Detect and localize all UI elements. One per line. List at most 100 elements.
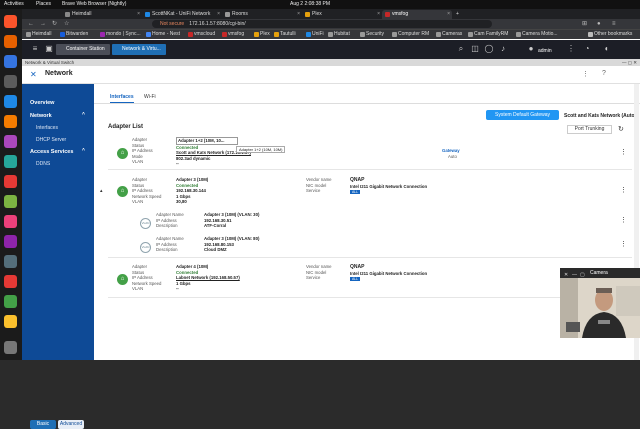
app-icon[interactable] [4,115,17,128]
more-icon[interactable]: ⋮ [566,44,576,54]
bookmark-item[interactable]: vmsfog [222,30,244,39]
show-apps-icon[interactable] [4,341,17,354]
app-icon[interactable] [4,315,17,328]
app-icon[interactable] [4,275,17,288]
more-icon[interactable]: ⋮ [620,216,627,224]
bookmark-item[interactable]: Home - Nest [146,30,180,39]
sidebar-item-access-services[interactable]: Access Services ^ [30,148,85,155]
menu-icon[interactable]: ≡ [612,19,616,29]
more-options-icon[interactable]: ⋮ [582,70,589,78]
content-tabs: Interfaces Wi-Fi [94,84,640,104]
bookmark-item[interactable]: Cam FamilyRM [468,30,508,39]
forward-icon[interactable]: → [40,19,46,29]
new-tab-button[interactable]: + [454,10,464,19]
activities-button[interactable]: Activities [4,0,24,9]
close-icon[interactable]: × [377,10,380,19]
app-icon[interactable] [4,175,17,188]
sidebar-item-overview[interactable]: Overview [30,100,54,106]
sidebar-item-interfaces[interactable]: Interfaces [36,125,58,131]
help-icon[interactable]: ◐ [602,44,612,54]
window-controls[interactable]: — ▢ ✕ [622,59,637,66]
page-title: Network [45,70,73,77]
sidebar-item-network[interactable]: Network ^ [30,112,85,119]
vscode-icon[interactable] [4,95,17,108]
more-icon[interactable]: ⋮ [620,240,627,248]
bookmark-item[interactable]: UniFi [306,30,324,39]
extensions-icon[interactable]: ⊞ [582,19,587,29]
bell-icon[interactable]: ♪ [498,44,508,54]
app-icon[interactable] [4,255,17,268]
user-menu[interactable]: admin [538,48,552,54]
bookmark-item[interactable]: Camera Motio... [516,30,558,39]
port-trunking-button[interactable]: Port Trunking [567,125,612,134]
profile-icon[interactable]: ● [597,19,601,29]
basic-mode-button[interactable]: Basic [30,420,56,429]
bookmark-icon[interactable]: ☆ [64,19,69,29]
app-icon[interactable] [4,155,17,168]
system-default-gateway-button[interactable]: System Default Gateway [486,110,559,120]
app-icon[interactable] [4,215,17,228]
url-input[interactable]: Not secure 172.16.1.57:8080/cgi-bin/ [152,20,492,28]
bookmark-favicon-icon [360,32,365,37]
bookmark-item[interactable]: Plex [254,30,270,39]
bookmark-item[interactable]: Security [360,30,384,39]
bookmark-item[interactable]: Heimdall [26,30,51,39]
bookmark-item[interactable]: mondo | Sync... [100,30,141,39]
more-icon[interactable]: ⋮ [620,148,627,156]
monitor-icon[interactable]: ◔ [582,44,592,54]
collapse-chevron-icon[interactable]: ▴ [100,188,103,194]
reload-icon[interactable]: ↻ [52,19,57,29]
terminal-icon[interactable] [4,75,17,88]
bookmark-item[interactable]: vmscloud [188,30,215,39]
notification-icon[interactable]: ◯ [484,44,494,54]
app-menu[interactable]: Brave Web Browser (Nightly) [62,0,126,9]
firefox-icon[interactable] [4,35,17,48]
adapter-name-field[interactable]: Adapter 1+2 (10M, 10... [176,137,238,145]
advanced-mode-button[interactable]: Advanced [58,420,84,429]
tab-rooms[interactable]: Rooms × [222,10,302,19]
ip-value: 192.168.30.144 [176,188,206,194]
bookmark-item[interactable]: Tautulli [274,30,296,39]
app-icon[interactable] [4,195,17,208]
tab-heimdall[interactable]: Heimdall × [62,10,142,19]
close-icon[interactable]: × [217,10,220,19]
bookmark-item[interactable]: Hubitat [328,30,350,39]
app-tab-container-station[interactable]: Container Station [56,44,110,55]
other-bookmarks[interactable]: Other bookmarks [588,30,632,39]
camera-window[interactable]: ✕ — ▢ Camera [560,268,640,338]
app-tab-network[interactable]: Network & Virtu... [112,44,166,55]
tab-plex[interactable]: Plex × [302,10,382,19]
files-icon[interactable] [4,55,17,68]
tab-unifi[interactable]: ScottNKat - UniFi Network × [142,10,222,19]
hamburger-icon[interactable]: ≡ [30,44,40,54]
bookmark-item[interactable]: Cameras [436,30,462,39]
tasks-icon[interactable]: ◫ [470,44,480,54]
close-icon[interactable]: × [447,10,450,19]
close-icon[interactable]: × [137,10,140,19]
app-icon[interactable] [4,135,17,148]
app-icon[interactable] [4,235,17,248]
camera-titlebar[interactable]: ✕ — ▢ Camera [560,268,640,278]
places-menu[interactable]: Places [36,0,51,9]
bookmark-favicon-icon [436,32,441,37]
tab-interfaces[interactable]: Interfaces [110,94,134,103]
brave-icon[interactable] [4,15,17,28]
tab-wifi[interactable]: Wi-Fi [144,94,156,100]
sidebar-item-dhcp[interactable]: DHCP Server [36,137,66,143]
back-icon[interactable]: ← [28,19,34,29]
search-icon[interactable]: ⌕ [456,44,466,54]
desktop-icon[interactable]: ▣ [44,44,54,54]
vlan-ip: 192.168.30.51 [204,217,232,223]
user-icon[interactable]: ● [526,44,536,54]
sidebar-item-ddns[interactable]: DDNS [36,161,50,167]
bookmark-item[interactable]: Computer RM [392,30,429,39]
close-icon[interactable]: × [297,10,300,19]
bookmark-item[interactable]: Bitwarden [60,30,88,39]
refresh-icon[interactable]: ↻ [618,125,624,133]
tab-vmsfog[interactable]: vmsfog × [382,10,452,19]
adapter-icon: ⌂ [117,186,128,197]
clock[interactable]: Aug 2 2:08:38 PM [290,0,330,9]
app-icon[interactable] [4,295,17,308]
more-icon[interactable]: ⋮ [620,186,627,194]
help-icon[interactable]: ? [602,70,606,77]
